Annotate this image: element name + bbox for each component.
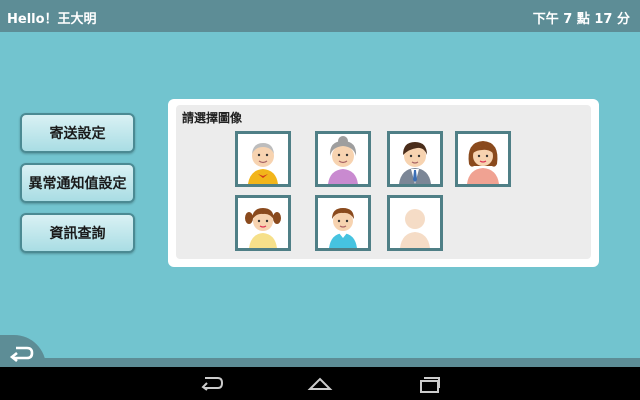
- blank-avatar[interactable]: [387, 195, 443, 251]
- nav-back-icon[interactable]: [199, 375, 225, 391]
- mother-avatar[interactable]: [455, 131, 511, 187]
- alert-threshold-settings-button[interactable]: 異常通知值設定: [20, 163, 135, 203]
- greeting-text: Hello！王大明: [7, 12, 97, 27]
- panel-title: 請選擇圖像: [182, 111, 243, 125]
- grandma-avatar[interactable]: [315, 131, 371, 187]
- nav-recent-apps-icon[interactable]: [417, 375, 441, 393]
- info-query-button[interactable]: 資訊查詢: [20, 213, 135, 253]
- father-avatar[interactable]: [387, 131, 443, 187]
- back-button[interactable]: [0, 335, 46, 367]
- shipping-settings-button[interactable]: 寄送設定: [20, 113, 135, 153]
- boy-avatar[interactable]: [315, 195, 371, 251]
- back-arrow-icon: [9, 346, 34, 362]
- status-bar: Hello！王大明 下午 7 點 17 分: [0, 0, 640, 32]
- avatar-panel: 請選擇圖像: [168, 99, 599, 267]
- bottom-strip: [0, 358, 640, 367]
- grandpa-avatar[interactable]: [235, 131, 291, 187]
- clock-text: 下午 7 點 17 分: [532, 12, 630, 27]
- system-navigation-bar: [0, 367, 640, 400]
- avatar-panel-inner: 請選擇圖像: [176, 105, 591, 259]
- girl-avatar[interactable]: [235, 195, 291, 251]
- nav-home-icon[interactable]: [307, 375, 333, 391]
